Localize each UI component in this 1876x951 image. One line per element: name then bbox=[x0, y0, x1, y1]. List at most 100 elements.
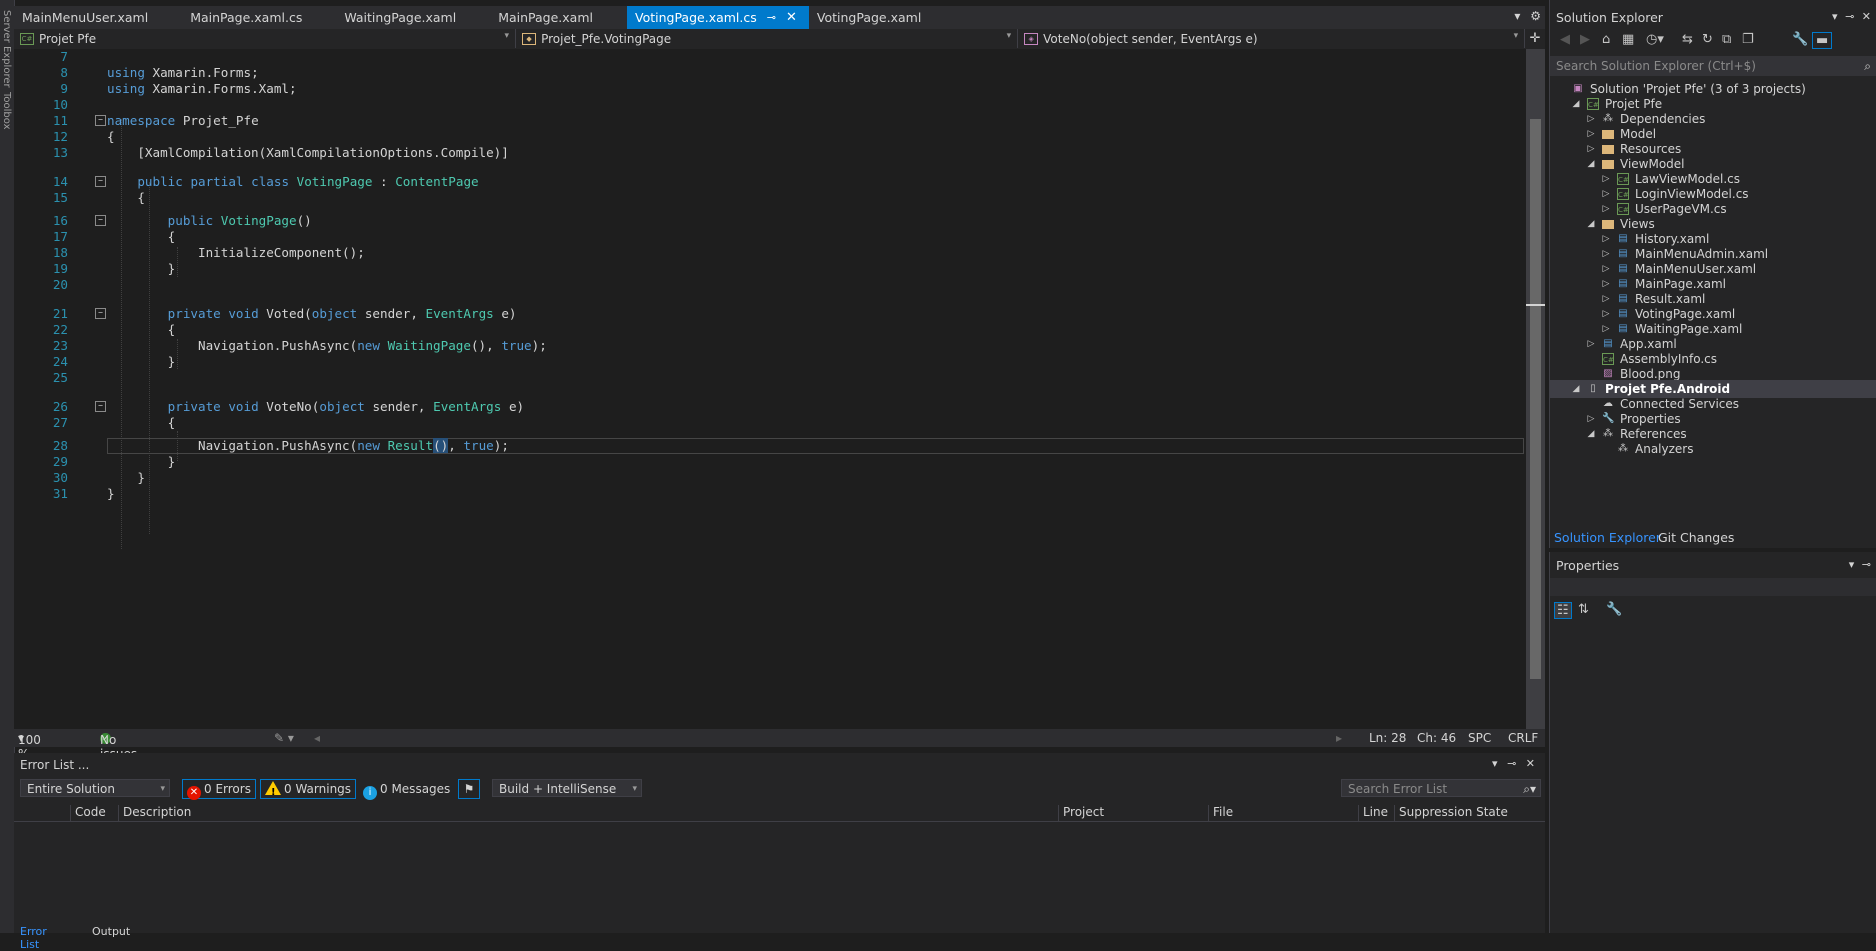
csharp-project-icon: C# bbox=[20, 32, 34, 45]
tab-git-changes[interactable]: Git Changes bbox=[1658, 530, 1734, 545]
code-line: 30 } bbox=[52, 470, 145, 485]
properties-toolbar: ☷ ⇅ 🔧 bbox=[1550, 600, 1876, 624]
gear-icon[interactable]: ⚙ bbox=[1530, 9, 1541, 23]
forward-icon[interactable]: ▶ bbox=[1580, 32, 1590, 47]
folder-icon bbox=[1602, 160, 1614, 169]
warnings-filter-button[interactable]: 0 Warnings bbox=[260, 779, 357, 802]
class-dropdown[interactable]: ◆ Projet_Pfe.VotingPage ▾ bbox=[516, 29, 1019, 48]
code-line: 23 Navigation.PushAsync(new WaitingPage(… bbox=[52, 338, 547, 353]
close-icon[interactable]: ✕ bbox=[1526, 757, 1535, 770]
panel-menu-icon[interactable]: ▾ bbox=[1832, 10, 1838, 23]
server-explorer-tab[interactable]: Server Explorer bbox=[1, 10, 12, 88]
whitespace-indicator[interactable]: SPC bbox=[1468, 731, 1491, 745]
switch-views-icon[interactable]: ▦ bbox=[1622, 32, 1634, 47]
code-line: 11− namespace Projet_Pfe bbox=[52, 113, 259, 128]
line-indicator: Ln: 28 bbox=[1369, 731, 1407, 745]
tab-mainmenuuser-xaml[interactable]: MainMenuUser.xaml bbox=[14, 6, 160, 29]
toolbox-tab[interactable]: Toolbox bbox=[1, 92, 12, 130]
scope-dropdown[interactable]: Entire Solution ▾ bbox=[20, 779, 170, 797]
collapse-all-icon[interactable]: ⧉ bbox=[1722, 32, 1731, 47]
tab-solution-explorer[interactable]: Solution Explorer bbox=[1554, 530, 1661, 545]
code-editor[interactable]: 7 8 using Xamarin.Forms; 9 using Xamarin.F… bbox=[14, 49, 1526, 729]
build-filter-dropdown[interactable]: Build + IntelliSense ▾ bbox=[492, 779, 642, 797]
tab-output[interactable]: Output bbox=[92, 925, 130, 938]
preview-icon[interactable]: ▬ bbox=[1812, 32, 1833, 49]
errors-filter-button[interactable]: ✕ 0 Errors bbox=[182, 779, 256, 800]
tab-mainpage-xaml-cs[interactable]: MainPage.xaml.cs bbox=[182, 6, 314, 29]
code-line: 17 { bbox=[52, 229, 176, 244]
column-description[interactable]: Description bbox=[118, 805, 191, 821]
show-all-files-icon[interactable]: ❐ bbox=[1742, 32, 1754, 47]
tab-error-list[interactable]: Error List bbox=[20, 925, 47, 951]
refresh-icon[interactable]: ↻ bbox=[1702, 32, 1713, 47]
code-line: 25 bbox=[52, 370, 68, 385]
pin-icon[interactable]: ⊸ bbox=[1862, 558, 1871, 571]
panel-menu-icon[interactable]: ▾ bbox=[1492, 757, 1498, 770]
warning-icon bbox=[265, 781, 281, 802]
tree-node[interactable]: ⁂ Analyzers bbox=[1550, 440, 1876, 458]
tab-waitingpage-xaml[interactable]: WaitingPage.xaml bbox=[336, 6, 468, 29]
close-tab-icon[interactable]: ✕ bbox=[786, 10, 797, 25]
tab-mainpage-xaml[interactable]: MainPage.xaml bbox=[490, 6, 605, 29]
collapse-icon[interactable]: − bbox=[95, 401, 106, 412]
pending-changes-icon[interactable]: ◷▾ bbox=[1646, 32, 1664, 47]
collapse-icon[interactable]: − bbox=[95, 308, 106, 319]
object-selector[interactable] bbox=[1550, 578, 1876, 596]
scrollbar-thumb[interactable] bbox=[1530, 119, 1541, 679]
code-line: 27 { bbox=[52, 415, 176, 430]
solution-explorer-search-input[interactable]: Search Solution Explorer (Ctrl+$) ⌕ bbox=[1550, 56, 1876, 76]
project-dropdown[interactable]: C# Projet Pfe ▾ bbox=[14, 29, 517, 48]
close-icon[interactable]: ✕ bbox=[1862, 10, 1871, 23]
sync-icon[interactable]: ⇆ bbox=[1682, 32, 1693, 47]
member-dropdown[interactable]: ◈ VoteNo(object sender, EventArgs e) ▾ bbox=[1018, 29, 1526, 48]
tab-votingpage-xaml[interactable]: VotingPage.xaml bbox=[809, 6, 933, 29]
csharp-project-icon: C# bbox=[1587, 98, 1599, 110]
column-project[interactable]: Project bbox=[1058, 805, 1104, 821]
scroll-right-icon[interactable]: ▸ bbox=[1336, 731, 1342, 745]
zoom-dropdown[interactable]: 100 % ▾ bbox=[18, 731, 41, 761]
code-line: 26− private void VoteNo(object sender, E… bbox=[52, 399, 525, 414]
code-line: 9 using Xamarin.Forms.Xaml; bbox=[60, 81, 297, 96]
split-editor-icon[interactable]: ✛ bbox=[1525, 29, 1545, 49]
folder-icon bbox=[1602, 220, 1614, 229]
code-text: private void Voted(object sender, EventA… bbox=[167, 306, 517, 321]
editor-vertical-scrollbar[interactable] bbox=[1526, 49, 1545, 729]
chevron-down-icon: ▾ bbox=[160, 784, 165, 794]
code-line: 15 { bbox=[52, 190, 145, 205]
collapse-icon[interactable]: − bbox=[95, 115, 106, 126]
collapse-icon[interactable]: − bbox=[95, 215, 106, 226]
tab-votingpage-xaml-cs[interactable]: VotingPage.xaml.cs ⊸ ✕ bbox=[627, 6, 809, 29]
column-file[interactable]: File bbox=[1208, 805, 1233, 821]
categorized-icon[interactable]: ☷ bbox=[1554, 602, 1572, 619]
wrench-icon[interactable]: 🔧 bbox=[1792, 32, 1808, 47]
pin-icon[interactable]: ⊸ bbox=[1507, 757, 1516, 770]
xaml-file-icon: ▤ bbox=[1618, 263, 1628, 274]
code-line: 13 [XamlCompilation(XamlCompilationOptio… bbox=[52, 145, 509, 160]
error-list-search-input[interactable]: Search Error List ⌕▾ bbox=[1341, 779, 1541, 797]
scroll-left-icon[interactable]: ◂ bbox=[314, 731, 320, 745]
collapse-icon[interactable]: − bbox=[95, 176, 106, 187]
search-icon[interactable]: ⌕▾ bbox=[1523, 780, 1536, 798]
back-icon[interactable]: ◀ bbox=[1560, 32, 1570, 47]
column-code[interactable]: Code bbox=[70, 805, 106, 821]
alphabetical-icon[interactable]: ⇅ bbox=[1578, 602, 1589, 617]
code-text: using Xamarin.Forms; bbox=[107, 65, 259, 80]
error-list-panel: Error List ... ▾ ⊸ ✕ Entire Solution ▾ ✕ 0… bbox=[14, 753, 1545, 951]
code-line: 14− public partial class VotingPage : Co… bbox=[52, 174, 479, 189]
column-suppression-state[interactable]: Suppression State bbox=[1394, 805, 1508, 821]
property-pages-icon[interactable]: 🔧 bbox=[1606, 602, 1622, 617]
image-file-icon: ▨ bbox=[1603, 368, 1613, 379]
pin-icon[interactable]: ⊸ bbox=[1845, 10, 1854, 23]
messages-filter-button[interactable]: i0 Messages bbox=[358, 779, 455, 800]
pin-icon[interactable]: ⊸ bbox=[767, 11, 776, 24]
brush-icon[interactable]: ✎ ▾ bbox=[274, 731, 294, 745]
line-ending-indicator[interactable]: CRLF bbox=[1508, 731, 1538, 745]
navigation-bar: C# Projet Pfe ▾ ◆ Projet_Pfe.VotingPage … bbox=[14, 29, 1545, 50]
filter-icon[interactable]: ⚑ bbox=[458, 779, 480, 799]
panel-menu-icon[interactable]: ▾ bbox=[1849, 558, 1855, 571]
column-line[interactable]: Line bbox=[1358, 805, 1388, 821]
chevron-down-icon: ▾ bbox=[504, 31, 510, 41]
home-icon[interactable]: ⌂ bbox=[1602, 32, 1610, 47]
code-line: 12{ bbox=[52, 129, 115, 144]
tab-list-dropdown-icon[interactable]: ▾ bbox=[1514, 9, 1520, 23]
